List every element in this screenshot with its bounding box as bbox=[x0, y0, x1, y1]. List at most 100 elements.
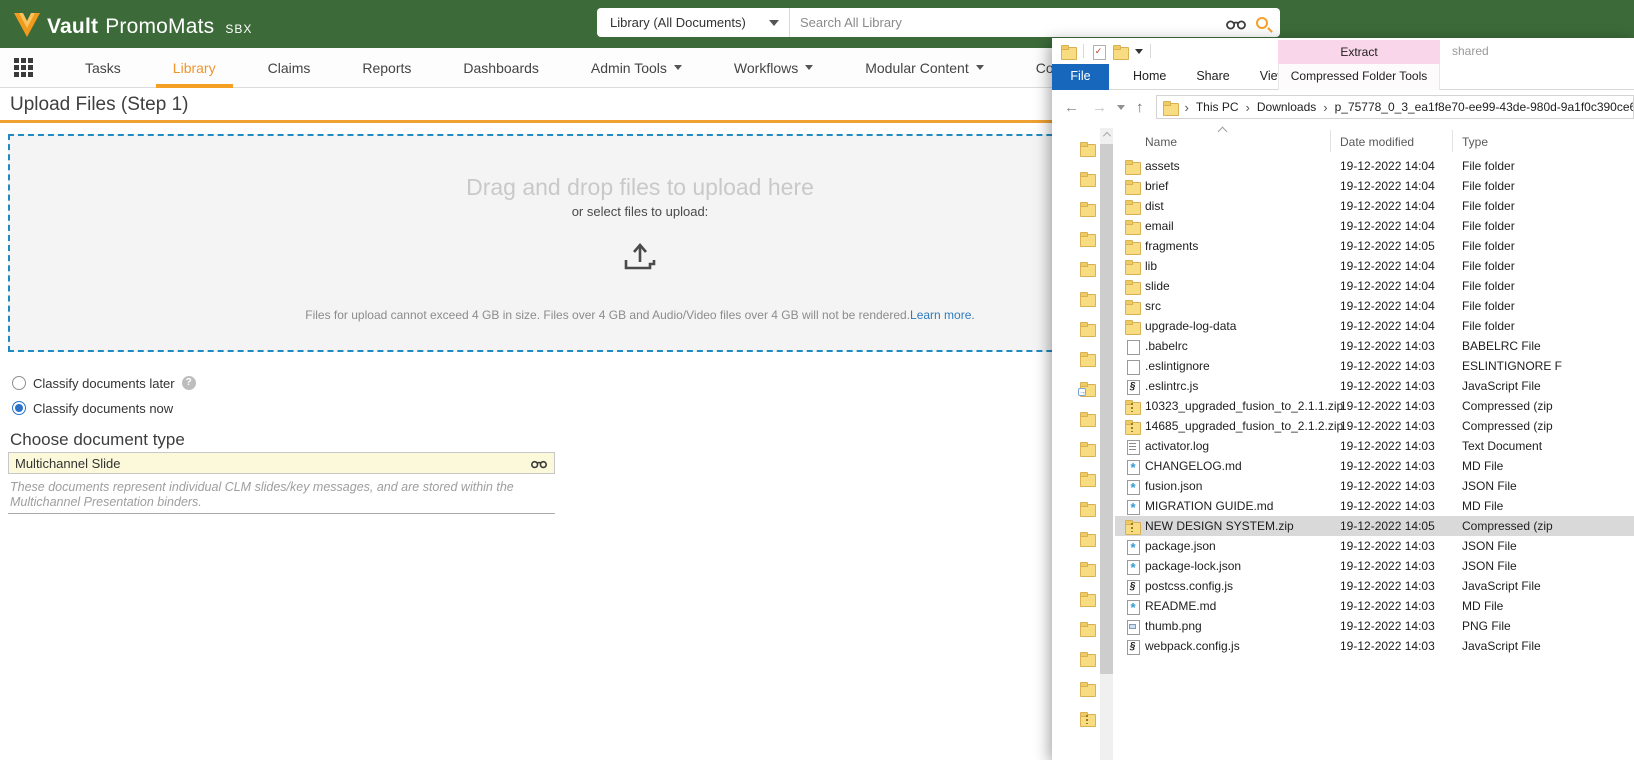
file-row[interactable]: slide 19-12-2022 14:04 File folder bbox=[1115, 276, 1634, 296]
search-scope-dropdown[interactable]: Library (All Documents) bbox=[597, 15, 789, 30]
sidebar-item[interactable]: → bbox=[1078, 382, 1096, 398]
nav-tab-tasks[interactable]: Tasks bbox=[68, 48, 138, 88]
file-row[interactable]: upgrade-log-data 19-12-2022 14:04 File fol… bbox=[1115, 316, 1634, 336]
breadcrumb-segment[interactable]: Downloads bbox=[1257, 100, 1316, 114]
sidebar-item[interactable] bbox=[1080, 352, 1096, 368]
sidebar-item[interactable] bbox=[1080, 202, 1096, 218]
ribbon-tab-file[interactable]: File bbox=[1052, 64, 1109, 90]
classify-now-option[interactable]: Classify documents now bbox=[12, 399, 196, 417]
sidebar-item[interactable] bbox=[1080, 172, 1096, 188]
folder-icon bbox=[1080, 472, 1096, 487]
file-row[interactable]: * package-lock.json 19-12-2022 14:03 JSON F… bbox=[1115, 556, 1634, 576]
binoculars-icon[interactable] bbox=[531, 457, 547, 469]
sidebar-item[interactable] bbox=[1080, 682, 1096, 698]
sidebar-item[interactable] bbox=[1080, 322, 1096, 338]
file-row[interactable]: assets 19-12-2022 14:04 File folder bbox=[1115, 156, 1634, 176]
column-header-name[interactable]: Name bbox=[1145, 135, 1177, 149]
folder-icon[interactable] bbox=[1061, 44, 1077, 60]
file-row[interactable]: * README.md 19-12-2022 14:03 MD File bbox=[1115, 596, 1634, 616]
nav-tab-modular-content[interactable]: Modular Content bbox=[848, 48, 1001, 88]
up-button[interactable]: ↑ bbox=[1136, 99, 1144, 116]
sidebar-item[interactable] bbox=[1080, 622, 1096, 638]
ribbon-tab-share[interactable]: Share bbox=[1181, 64, 1244, 90]
chevron-down-icon bbox=[769, 19, 779, 26]
learn-more-link[interactable]: Learn more. bbox=[910, 308, 975, 322]
sidebar-item[interactable] bbox=[1080, 502, 1096, 518]
sidebar-item[interactable] bbox=[1080, 652, 1096, 668]
doc-type-input[interactable]: Multichannel Slide bbox=[8, 452, 555, 474]
sidebar-item[interactable] bbox=[1080, 292, 1096, 308]
file-row[interactable]: § webpack.config.js 19-12-2022 14:03 JavaSc… bbox=[1115, 636, 1634, 656]
file-row[interactable]: * MIGRATION GUIDE.md 19-12-2022 14:03 MD Fi… bbox=[1115, 496, 1634, 516]
recent-locations-icon[interactable] bbox=[1117, 104, 1125, 110]
app-grid-icon[interactable] bbox=[14, 58, 33, 77]
help-icon[interactable]: ? bbox=[181, 376, 196, 390]
file-row[interactable]: .babelrc 19-12-2022 14:03 BABELRC File bbox=[1115, 336, 1634, 356]
search-input[interactable]: Search All Library bbox=[790, 15, 1226, 30]
toolbar-dropdown-icon[interactable] bbox=[1135, 48, 1143, 54]
binoculars-icon[interactable] bbox=[1226, 16, 1246, 30]
radio-selected-icon[interactable] bbox=[12, 401, 26, 415]
ribbon-tab-home[interactable]: Home bbox=[1118, 64, 1181, 90]
upload-icon[interactable] bbox=[623, 241, 657, 271]
sidebar-item[interactable] bbox=[1080, 712, 1096, 728]
sidebar-item[interactable] bbox=[1080, 592, 1096, 608]
file-row[interactable]: 10323_upgraded_fusion_to_2.1.1.zip 19-12-… bbox=[1115, 396, 1634, 416]
extract-contextual-header[interactable]: Extract bbox=[1278, 40, 1440, 64]
sidebar-item[interactable] bbox=[1080, 232, 1096, 248]
explorer-titlebar[interactable]: ✓ Extract shared bbox=[1052, 38, 1634, 64]
file-type-icon bbox=[1125, 399, 1141, 415]
file-row[interactable]: § .eslintrc.js 19-12-2022 14:03 JavaScript … bbox=[1115, 376, 1634, 396]
file-row[interactable]: * package.json 19-12-2022 14:03 JSON File bbox=[1115, 536, 1634, 556]
sidebar-scrollbar[interactable] bbox=[1100, 128, 1113, 760]
file-row[interactable]: lib 19-12-2022 14:04 File folder bbox=[1115, 256, 1634, 276]
file-row[interactable]: email 19-12-2022 14:04 File folder bbox=[1115, 216, 1634, 236]
classify-later-option[interactable]: Classify documents later ? bbox=[12, 374, 196, 392]
file-row[interactable]: dist 19-12-2022 14:04 File folder bbox=[1115, 196, 1634, 216]
file-row[interactable]: activator.log 19-12-2022 14:03 Text Docume… bbox=[1115, 436, 1634, 456]
file-type-icon bbox=[1125, 419, 1141, 435]
nav-tab-claims[interactable]: Claims bbox=[251, 48, 328, 88]
file-type-icon: * bbox=[1125, 479, 1140, 495]
breadcrumb-segment[interactable]: This PC bbox=[1196, 100, 1239, 114]
nav-tab-dashboards[interactable]: Dashboards bbox=[446, 48, 556, 88]
file-row[interactable]: * fusion.json 19-12-2022 14:03 JSON File bbox=[1115, 476, 1634, 496]
file-row[interactable]: brief 19-12-2022 14:04 File folder bbox=[1115, 176, 1634, 196]
nav-tab-reports[interactable]: Reports bbox=[345, 48, 428, 88]
file-row[interactable]: * CHANGELOG.md 19-12-2022 14:03 MD File bbox=[1115, 456, 1634, 476]
sidebar-item[interactable] bbox=[1080, 562, 1096, 578]
back-button[interactable]: ← bbox=[1064, 99, 1079, 116]
forward-button[interactable]: → bbox=[1092, 99, 1107, 116]
nav-tab-admin-tools[interactable]: Admin Tools bbox=[574, 48, 699, 88]
file-row[interactable]: src 19-12-2022 14:04 File folder bbox=[1115, 296, 1634, 316]
column-header-type[interactable]: Type bbox=[1462, 135, 1488, 149]
search-icon[interactable] bbox=[1256, 16, 1268, 29]
breadcrumb-segment[interactable]: p_75778_0_3_ea1f8e70-ee99-43de-980d-9a1f… bbox=[1335, 100, 1633, 114]
sidebar-item[interactable] bbox=[1080, 532, 1096, 548]
file-name: .eslintrc.js bbox=[1145, 379, 1199, 393]
nav-tab-library[interactable]: Library bbox=[155, 48, 233, 88]
breadcrumb[interactable]: › This PC › Downloads › p_75778_0_3_ea1f8e70-… bbox=[1155, 95, 1634, 119]
nav-tab-workflows[interactable]: Workflows bbox=[717, 48, 830, 88]
sidebar-item[interactable] bbox=[1080, 442, 1096, 458]
folder-icon[interactable] bbox=[1113, 44, 1129, 60]
file-row[interactable]: 14685_upgraded_fusion_to_2.1.2.zip 19-12-… bbox=[1115, 416, 1634, 436]
radio-unselected-icon[interactable] bbox=[12, 376, 26, 390]
sidebar-item[interactable] bbox=[1080, 262, 1096, 278]
file-date-modified: 19-12-2022 14:03 bbox=[1340, 639, 1435, 653]
ribbon-tab-compressed-folder-tools[interactable]: Compressed Folder Tools bbox=[1278, 64, 1440, 90]
scrollbar-thumb[interactable] bbox=[1100, 144, 1113, 674]
sidebar-item[interactable] bbox=[1080, 142, 1096, 158]
file-name: email bbox=[1145, 219, 1174, 233]
file-row[interactable]: NEW DESIGN SYSTEM.zip 19-12-2022 14:05 Com… bbox=[1115, 516, 1634, 536]
file-row[interactable]: .eslintignore 19-12-2022 14:03 ESLINTIGNOR… bbox=[1115, 356, 1634, 376]
sidebar-item[interactable] bbox=[1080, 412, 1096, 428]
file-type-icon bbox=[1125, 159, 1141, 175]
file-row[interactable]: thumb.png 19-12-2022 14:03 PNG File bbox=[1115, 616, 1634, 636]
column-header-date-modified[interactable]: Date modified bbox=[1340, 135, 1414, 149]
properties-check-icon[interactable]: ✓ bbox=[1091, 44, 1106, 60]
file-row[interactable]: fragments 19-12-2022 14:05 File folder bbox=[1115, 236, 1634, 256]
sidebar-item[interactable] bbox=[1080, 472, 1096, 488]
file-row[interactable]: § postcss.config.js 19-12-2022 14:03 JavaSc… bbox=[1115, 576, 1634, 596]
file-type: File folder bbox=[1462, 319, 1515, 333]
